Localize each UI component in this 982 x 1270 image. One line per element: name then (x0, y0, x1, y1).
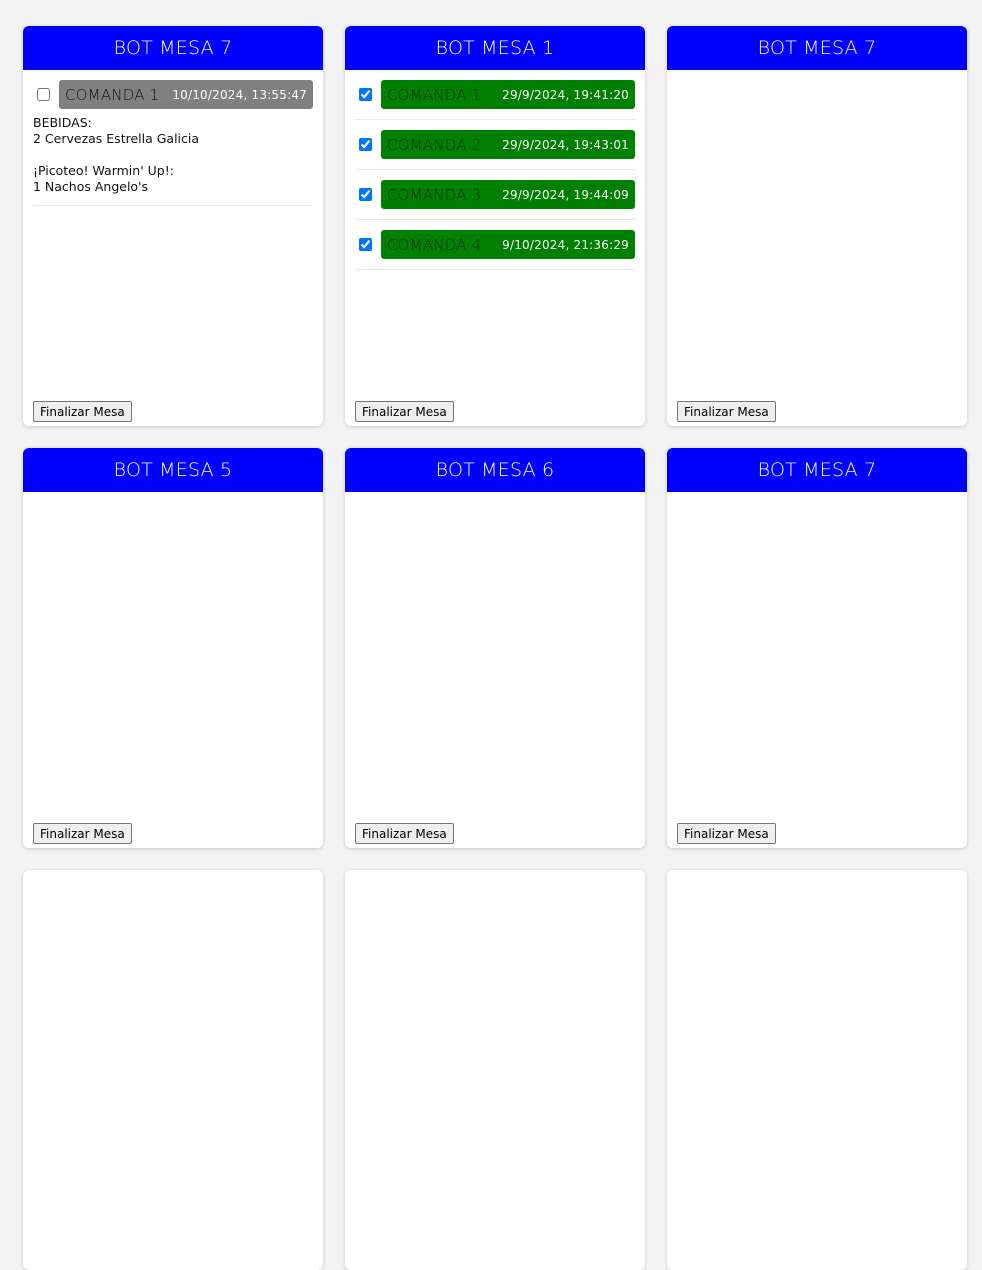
order-checkbox[interactable] (359, 138, 372, 151)
order-label: COMANDA 4 (387, 235, 482, 254)
order-bar[interactable]: COMANDA 2 29/9/2024, 19:43:01 (381, 130, 635, 159)
table-card (345, 870, 645, 1270)
order-item: COMANDA 1 10/10/2024, 13:55:47 BEBIDAS: … (33, 80, 313, 206)
order-bar[interactable]: COMANDA 3 29/9/2024, 19:44:09 (381, 180, 635, 209)
order-checkbox[interactable] (359, 188, 372, 201)
order-checkbox[interactable] (37, 88, 50, 101)
order-item: COMANDA 3 29/9/2024, 19:44:09 (355, 180, 635, 220)
finalize-table-button[interactable]: Finalizar Mesa (355, 823, 454, 844)
orders-list (667, 70, 967, 80)
order-item: COMANDA 4 9/10/2024, 21:36:29 (355, 230, 635, 270)
order-row: COMANDA 1 29/9/2024, 19:41:20 (355, 80, 635, 109)
order-bar[interactable]: COMANDA 1 29/9/2024, 19:41:20 (381, 80, 635, 109)
order-label: COMANDA 1 (65, 85, 160, 104)
order-label: COMANDA 2 (387, 135, 482, 154)
order-timestamp: 9/10/2024, 21:36:29 (502, 237, 629, 252)
orders-list (345, 492, 645, 502)
table-card: BOT MESA 6 Finalizar Mesa (345, 448, 645, 848)
order-timestamp: 29/9/2024, 19:44:09 (502, 187, 629, 202)
table-title: BOT MESA 1 (345, 26, 645, 70)
table-title: BOT MESA 7 (667, 26, 967, 70)
table-card: BOT MESA 7 Finalizar Mesa (667, 448, 967, 848)
order-row: COMANDA 4 9/10/2024, 21:36:29 (355, 230, 635, 259)
table-card: BOT MESA 1 COMANDA 1 29/9/2024, 19:41:20… (345, 26, 645, 426)
table-title: BOT MESA 7 (667, 448, 967, 492)
order-label: COMANDA 1 (387, 85, 482, 104)
finalize-table-button[interactable]: Finalizar Mesa (355, 401, 454, 422)
table-card: BOT MESA 7 COMANDA 1 10/10/2024, 13:55:4… (23, 26, 323, 426)
table-title: BOT MESA 5 (23, 448, 323, 492)
order-row: COMANDA 1 10/10/2024, 13:55:47 (33, 80, 313, 109)
order-timestamp: 29/9/2024, 19:43:01 (502, 137, 629, 152)
orders-list (23, 492, 323, 502)
order-items-text: BEBIDAS: 2 Cervezas Estrella Galicia ¡Pi… (33, 115, 200, 194)
order-row: COMANDA 3 29/9/2024, 19:44:09 (355, 180, 635, 209)
orders-list (667, 492, 967, 502)
order-row: COMANDA 2 29/9/2024, 19:43:01 (355, 130, 635, 159)
finalize-table-button[interactable]: Finalizar Mesa (677, 401, 776, 422)
tables-grid: BOT MESA 7 COMANDA 1 10/10/2024, 13:55:4… (23, 26, 967, 1270)
finalize-table-button[interactable]: Finalizar Mesa (33, 401, 132, 422)
order-bar[interactable]: COMANDA 1 10/10/2024, 13:55:47 (59, 80, 313, 109)
table-card (667, 870, 967, 1270)
table-title: BOT MESA 6 (345, 448, 645, 492)
orders-list: COMANDA 1 10/10/2024, 13:55:47 BEBIDAS: … (23, 70, 323, 206)
order-checkbox[interactable] (359, 238, 372, 251)
table-card: BOT MESA 7 Finalizar Mesa (667, 26, 967, 426)
orders-list: COMANDA 1 29/9/2024, 19:41:20 COMANDA 2 … (345, 70, 645, 270)
table-card (23, 870, 323, 1270)
order-timestamp: 29/9/2024, 19:41:20 (502, 87, 629, 102)
order-bar[interactable]: COMANDA 4 9/10/2024, 21:36:29 (381, 230, 635, 259)
table-card: BOT MESA 5 Finalizar Mesa (23, 448, 323, 848)
order-label: COMANDA 3 (387, 185, 482, 204)
order-item: COMANDA 2 29/9/2024, 19:43:01 (355, 130, 635, 170)
finalize-table-button[interactable]: Finalizar Mesa (33, 823, 132, 844)
finalize-table-button[interactable]: Finalizar Mesa (677, 823, 776, 844)
table-title: BOT MESA 7 (23, 26, 323, 70)
order-item: COMANDA 1 29/9/2024, 19:41:20 (355, 80, 635, 120)
order-timestamp: 10/10/2024, 13:55:47 (172, 87, 307, 102)
order-checkbox[interactable] (359, 88, 372, 101)
